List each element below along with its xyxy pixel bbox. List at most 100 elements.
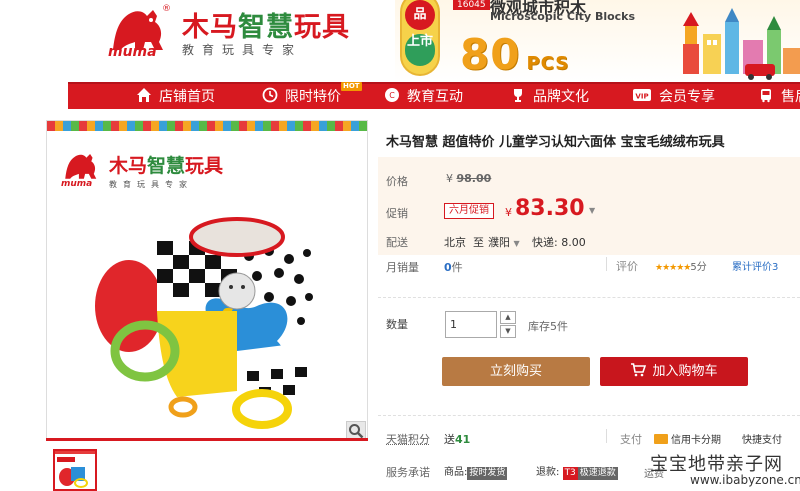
nav-item-after-sales[interactable]: 售后	[758, 84, 800, 111]
delivery-label: 配送	[386, 236, 408, 249]
gallery-brand-tagline: 教育玩具专家	[109, 180, 193, 189]
credit-card-installment[interactable]: 信用卡分期	[654, 431, 721, 446]
thumbnail-image	[55, 451, 95, 488]
review-count-link[interactable]: 累计评价3	[732, 258, 778, 273]
nav-label-flash-sale: 限时特价	[285, 89, 341, 105]
product-gallery[interactable]: muma 木马智慧玩具 教育玩具专家	[46, 120, 368, 440]
gallery-brand-red-2: 玩具	[185, 155, 224, 177]
service-refund: 退款: T3 极速退款	[536, 463, 618, 480]
brand-name-red-2: 玩具	[294, 12, 350, 43]
delivery-to-select[interactable]: 濮阳 ▼	[488, 234, 520, 250]
pay-card-label: 信用卡分期	[671, 435, 721, 446]
nav-item-education[interactable]: C 教育互动	[384, 84, 463, 111]
piece-count-unit: PCS	[526, 53, 570, 74]
nav-item-flash-sale[interactable]: 限时特价	[262, 84, 341, 111]
delivery-to-word: 至	[473, 236, 484, 249]
brand-name-red: 木马	[182, 12, 238, 43]
rating-stars: ★★★★★	[655, 263, 691, 273]
quantity-decrease-button[interactable]: ▼	[500, 325, 516, 338]
bus-icon	[761, 89, 771, 103]
points-value: 41	[455, 433, 471, 446]
nav-item-brand[interactable]: 品牌文化	[510, 84, 589, 111]
points-label[interactable]: 天猫积分	[386, 431, 430, 447]
svg-text:C: C	[389, 91, 395, 100]
service-refund-label: 退款:	[536, 467, 560, 478]
on-time-delivery-badge[interactable]: 按时发货	[467, 467, 508, 480]
rating-label: 评价	[616, 260, 638, 273]
svg-text:VIP: VIP	[635, 93, 648, 101]
t3-badge: T3	[562, 467, 578, 480]
brand-tagline: 教育玩具专家	[182, 43, 303, 57]
cart-icon	[631, 363, 647, 377]
currency-symbol: ¥	[446, 172, 453, 185]
service-label: 服务承诺	[386, 466, 430, 479]
divider	[378, 415, 800, 416]
thumbnail-1[interactable]	[53, 449, 97, 491]
monthly-sales-value: 0	[444, 261, 452, 274]
banner-piece-count: 80 PCS	[460, 30, 569, 79]
rating: ★★★★★5分	[655, 258, 707, 273]
divider	[378, 297, 800, 298]
nav-label-education: 教育互动	[407, 89, 463, 105]
home-icon	[137, 88, 151, 102]
clock-icon	[262, 87, 278, 103]
rating-score: 5分	[690, 262, 707, 273]
color-stripe	[47, 121, 367, 131]
price-label: 价格	[386, 175, 408, 188]
watermark-en: www.ibabyzone.cn	[690, 473, 800, 487]
promo-price: 83.30	[515, 196, 585, 221]
piece-count-number: 80	[460, 30, 521, 79]
vip-icon: VIP	[633, 89, 651, 101]
toy-blocks-image	[683, 8, 800, 80]
nav-label-vip: 会员专享	[659, 89, 715, 105]
delivery-fee: 快递: 8.00	[532, 236, 586, 249]
nav-label-brand: 品牌文化	[533, 89, 589, 105]
brand-name-green: 智慧	[238, 12, 294, 43]
promo-label: 促销	[386, 207, 408, 220]
gallery-brand-red: 木马	[109, 155, 148, 177]
divider	[606, 257, 607, 271]
original-price: ¥ 98.00	[446, 172, 491, 185]
promo-currency: ¥	[505, 206, 512, 219]
pay-label: 支付	[620, 433, 642, 446]
badge-top-text: 品	[405, 0, 435, 30]
quantity-label: 数量	[386, 318, 408, 331]
express-pay[interactable]: 快捷支付	[742, 431, 782, 446]
brand-name: 木马智慧玩具	[182, 5, 350, 44]
plush-cube-image	[95, 217, 317, 429]
product-page: muma 木马智慧玩具 ® 教育玩具专家 品 上市 16045 微观城市积木 M…	[0, 0, 800, 491]
hot-badge: HOT	[341, 82, 362, 91]
muma-wordmark: muma	[61, 179, 93, 189]
gallery-divider	[46, 438, 368, 441]
quantity-increase-button[interactable]: ▲	[500, 311, 516, 324]
caret-down-icon: ▼	[513, 239, 520, 248]
points: 送41	[444, 431, 470, 447]
banner-title-en: Microscopic City Blocks	[490, 10, 636, 23]
quantity-input[interactable]: 1	[445, 311, 497, 338]
service-goods-label: 商品:	[444, 467, 468, 478]
service-goods: 商品: 按时发货	[444, 463, 508, 480]
delivery-to-value: 濮阳	[488, 236, 510, 249]
fast-refund-badge[interactable]: 极速退款	[577, 467, 618, 480]
promo-tag: 六月促销	[444, 203, 494, 219]
nav-label-home: 店铺首页	[159, 89, 215, 105]
new-arrival-badge: 品 上市	[400, 0, 440, 76]
credit-card-icon	[654, 434, 668, 444]
divider	[606, 429, 607, 443]
badge-bottom-text: 上市	[405, 34, 435, 66]
buy-now-button[interactable]: 立刻购买	[442, 357, 590, 386]
monthly-sales-label: 月销量	[386, 261, 419, 274]
monthly-sales-unit: 件	[451, 261, 463, 274]
add-to-cart-button[interactable]: 加入购物车	[600, 357, 748, 386]
gallery-brand-green: 智慧	[147, 155, 186, 177]
chevron-down-icon[interactable]: ▼	[589, 206, 595, 215]
original-price-value: 98.00	[456, 172, 492, 185]
nav-item-home[interactable]: 店铺首页	[136, 84, 215, 111]
product-code: 16045	[453, 0, 490, 10]
nav-item-vip[interactable]: VIP 会员专享	[632, 84, 715, 111]
promo-banner[interactable]: 品 上市 16045 微观城市积木 Microscopic City Block…	[395, 0, 800, 82]
gallery-brand-name: 木马智慧玩具	[109, 151, 223, 178]
shop-header: muma 木马智慧玩具 ® 教育玩具专家 品 上市 16045 微观城市积木 M…	[0, 0, 800, 82]
shop-nav: 店铺首页 限时特价 HOT C 教育互动 品牌文化 VIP 会员专享 售后	[68, 82, 800, 109]
add-to-cart-label: 加入购物车	[652, 364, 718, 379]
